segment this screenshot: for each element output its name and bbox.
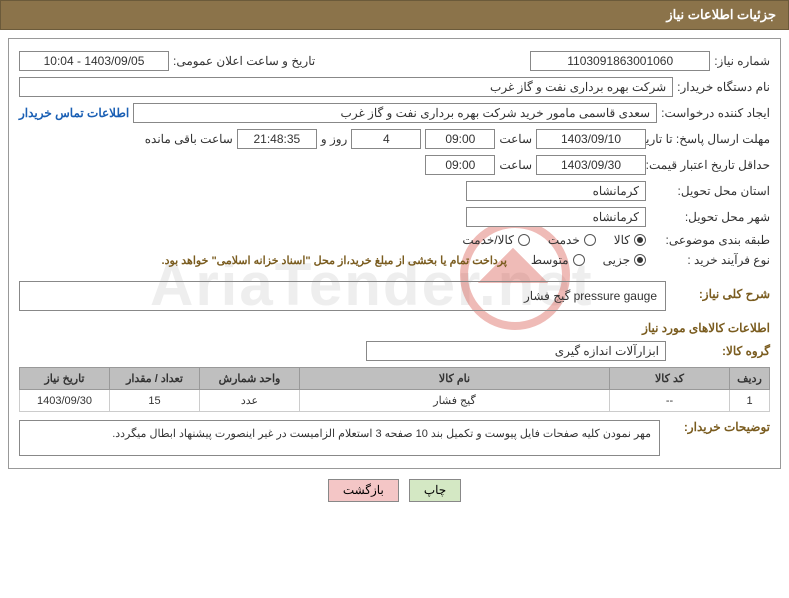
th-unit: واحد شمارش <box>200 368 300 390</box>
th-date: تاریخ نیاز <box>20 368 110 390</box>
category-label: طبقه بندی موضوعی: <box>650 233 770 247</box>
cell-row: 1 <box>730 390 770 412</box>
cell-code: -- <box>610 390 730 412</box>
need-no-value: 1103091863001060 <box>530 51 710 71</box>
desc-value: pressure gauge گیج فشار <box>19 281 666 311</box>
radio-medium-dot <box>573 254 585 266</box>
countdown: 21:48:35 <box>237 129 317 149</box>
need-no-label: شماره نیاز: <box>714 54 770 68</box>
radio-both[interactable]: کالا/خدمت <box>462 233 529 247</box>
city-value: کرمانشاه <box>466 207 646 227</box>
cell-name: گیج فشار <box>300 390 610 412</box>
radio-both-dot <box>518 234 530 246</box>
province-label: استان محل تحویل: <box>650 184 770 198</box>
th-name: نام کالا <box>300 368 610 390</box>
cell-qty: 15 <box>110 390 200 412</box>
radio-goods-label: کالا <box>614 233 630 247</box>
requester-value: سعدی قاسمی مامور خرید شرکت بهره برداری ن… <box>133 103 657 123</box>
buyer-org-value: شرکت بهره برداری نفت و گاز غرب <box>19 77 673 97</box>
goods-section-title: اطلاعات کالاهای مورد نیاز <box>19 321 770 335</box>
requester-label: ایجاد کننده درخواست: <box>661 106 770 120</box>
radio-medium-label: متوسط <box>531 253 569 267</box>
buyer-org-label: نام دستگاه خریدار: <box>677 80 770 94</box>
process-label: نوع فرآیند خرید : <box>650 253 770 267</box>
city-label: شهر محل تحویل: <box>650 210 770 224</box>
goods-group-label: گروه کالا: <box>670 344 770 358</box>
announce-value: 1403/09/05 - 10:04 <box>19 51 169 71</box>
cell-date: 1403/09/30 <box>20 390 110 412</box>
radio-service-label: خدمت <box>548 233 580 247</box>
deadline-label: مهلت ارسال پاسخ: تا تاریخ: <box>650 132 770 146</box>
days-and: روز و <box>321 132 348 146</box>
desc-label: شرح کلی نیاز: <box>670 281 770 311</box>
print-button[interactable]: چاپ <box>409 479 461 502</box>
deadline-time: 09:00 <box>425 129 495 149</box>
announce-label: تاریخ و ساعت اعلان عمومی: <box>173 54 315 68</box>
treasury-note: پرداخت تمام یا بخشی از مبلغ خرید،از محل … <box>162 254 507 267</box>
radio-goods[interactable]: کالا <box>614 233 646 247</box>
page-title: جزئیات اطلاعات نیاز <box>666 7 776 22</box>
table-header-row: ردیف کد کالا نام کالا واحد شمارش تعداد /… <box>20 368 770 390</box>
days-count: 4 <box>351 129 421 149</box>
validity-label: حداقل تاریخ اعتبار قیمت: تا تاریخ: <box>650 158 770 172</box>
radio-partial-label: جزیی <box>603 253 630 267</box>
radio-partial-dot <box>634 254 646 266</box>
contact-link[interactable]: اطلاعات تماس خریدار <box>19 106 129 120</box>
radio-partial[interactable]: جزیی <box>603 253 646 267</box>
process-radios: جزیی متوسط <box>531 253 646 267</box>
th-row: ردیف <box>730 368 770 390</box>
radio-service[interactable]: خدمت <box>548 233 596 247</box>
action-buttons: چاپ بازگشت <box>0 479 789 502</box>
th-qty: تعداد / مقدار <box>110 368 200 390</box>
deadline-date: 1403/09/10 <box>536 129 646 149</box>
validity-date: 1403/09/30 <box>536 155 646 175</box>
back-button[interactable]: بازگشت <box>328 479 399 502</box>
table-row: 1 -- گیج فشار عدد 15 1403/09/30 <box>20 390 770 412</box>
goods-table: ردیف کد کالا نام کالا واحد شمارش تعداد /… <box>19 367 770 412</box>
radio-both-label: کالا/خدمت <box>462 233 513 247</box>
remain-label: ساعت باقی مانده <box>145 132 233 146</box>
radio-medium[interactable]: متوسط <box>531 253 585 267</box>
validity-time: 09:00 <box>425 155 495 175</box>
category-radios: کالا خدمت کالا/خدمت <box>462 233 646 247</box>
th-code: کد کالا <box>610 368 730 390</box>
province-value: کرمانشاه <box>466 181 646 201</box>
page-header: جزئیات اطلاعات نیاز <box>0 0 789 30</box>
time-word-1: ساعت <box>499 132 532 146</box>
cell-unit: عدد <box>200 390 300 412</box>
time-word-2: ساعت <box>499 158 532 172</box>
radio-service-dot <box>584 234 596 246</box>
buyer-notes-label: توضیحات خریدار: <box>670 420 770 434</box>
main-form: شماره نیاز: 1103091863001060 تاریخ و ساع… <box>8 38 781 469</box>
radio-goods-dot <box>634 234 646 246</box>
buyer-notes-value: مهر نمودن کلیه صفحات فایل پیوست و تکمیل … <box>19 420 660 456</box>
goods-group-value: ابزارآلات اندازه گیری <box>366 341 666 361</box>
